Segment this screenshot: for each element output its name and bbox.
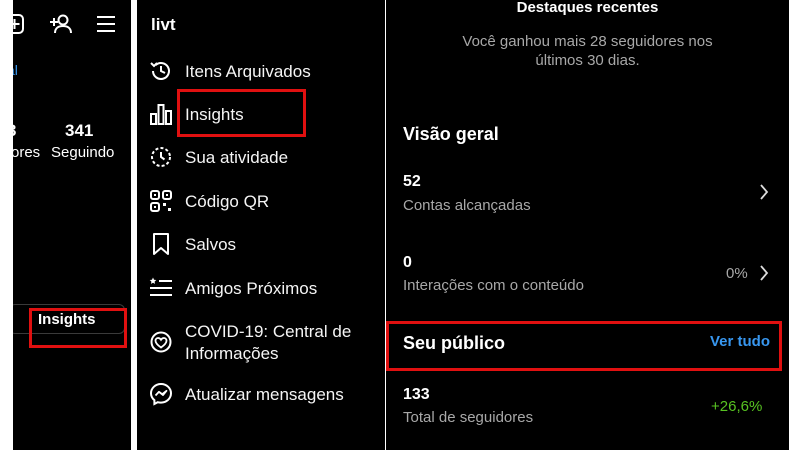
following-count: 341 xyxy=(65,121,94,140)
add-post-icon[interactable] xyxy=(13,13,25,35)
menu-item-label-line2: Informações xyxy=(185,344,279,363)
menu-item-label: Atualizar mensagens xyxy=(185,385,344,404)
highlights-text-line1: Você ganhou mais 28 seguidores nos xyxy=(462,33,713,50)
menu-item-saved[interactable]: Salvos xyxy=(149,229,379,261)
menu-item-label: Amigos Próximos xyxy=(185,279,318,298)
interactions-value: 0 xyxy=(403,254,412,271)
following-label[interactable]: Seguindo xyxy=(51,144,114,161)
highlights-title: Destaques recentes xyxy=(516,0,659,16)
followers-label[interactable]: ores xyxy=(13,144,40,161)
menu-item-label: Sua atividade xyxy=(185,148,289,167)
overview-title: Visão geral xyxy=(403,124,499,144)
interactions-change: 0% xyxy=(726,265,748,282)
hamburger-menu-icon[interactable] xyxy=(96,15,116,33)
followers-change: +26,6% xyxy=(711,398,763,415)
menu-item-close-friends[interactable]: Amigos Próximos xyxy=(149,273,379,305)
accounts-reached-row[interactable]: 52 Contas alcançadas xyxy=(386,165,789,225)
chevron-right-icon xyxy=(759,265,769,281)
profile-panel: al 3 ores 341 Seguindo Insights xyxy=(13,0,131,450)
menu-item-activity[interactable]: Sua atividade xyxy=(149,142,379,174)
bar-chart-icon xyxy=(149,102,173,126)
covid-info-icon xyxy=(149,330,173,354)
menu-item-label: Itens Arquivados xyxy=(185,62,311,81)
bookmark-icon xyxy=(149,232,173,256)
menu-item-qr-code[interactable]: Código QR xyxy=(149,186,379,218)
accounts-reached-value: 52 xyxy=(403,173,421,190)
profile-link-fragment[interactable]: al xyxy=(13,62,18,78)
insights-panel: Destaques recentes Você ganhou mais 28 s… xyxy=(386,0,789,450)
interactions-row[interactable]: 0 Interações com o conteúdo 0% xyxy=(386,245,789,305)
highlights-text-line2: últimos 30 dias. xyxy=(535,52,640,69)
menu-item-label: COVID-19: Central de xyxy=(185,322,352,341)
messenger-icon xyxy=(149,382,173,406)
menu-item-update-messages[interactable]: Atualizar mensagens xyxy=(149,379,379,411)
chevron-right-icon xyxy=(759,184,769,200)
followers-total-value: 133 xyxy=(403,386,430,403)
followers-total-label: Total de seguidores xyxy=(403,409,534,426)
followers-count: 3 xyxy=(13,121,16,141)
menu-username: livt xyxy=(151,15,176,34)
activity-icon xyxy=(149,145,173,169)
menu-item-label: Código QR xyxy=(185,192,270,211)
history-icon xyxy=(149,59,173,83)
menu-item-covid-info[interactable]: COVID-19: Central de Informações xyxy=(149,320,379,366)
close-friends-icon xyxy=(149,276,173,300)
interactions-label: Interações com o conteúdo xyxy=(403,277,584,294)
profile-menu-panel: livt Itens Arquivados Insights Sua ativi… xyxy=(137,0,385,450)
add-user-icon[interactable] xyxy=(50,14,72,34)
accounts-reached-label: Contas alcançadas xyxy=(403,197,531,214)
qr-code-icon xyxy=(149,189,173,213)
highlight-box-insights-menu-item xyxy=(177,89,306,137)
highlight-box-insights-button xyxy=(29,308,127,348)
highlight-box-audience xyxy=(386,321,782,371)
menu-item-archive[interactable]: Itens Arquivados xyxy=(149,56,379,88)
menu-item-label: Salvos xyxy=(185,235,237,254)
